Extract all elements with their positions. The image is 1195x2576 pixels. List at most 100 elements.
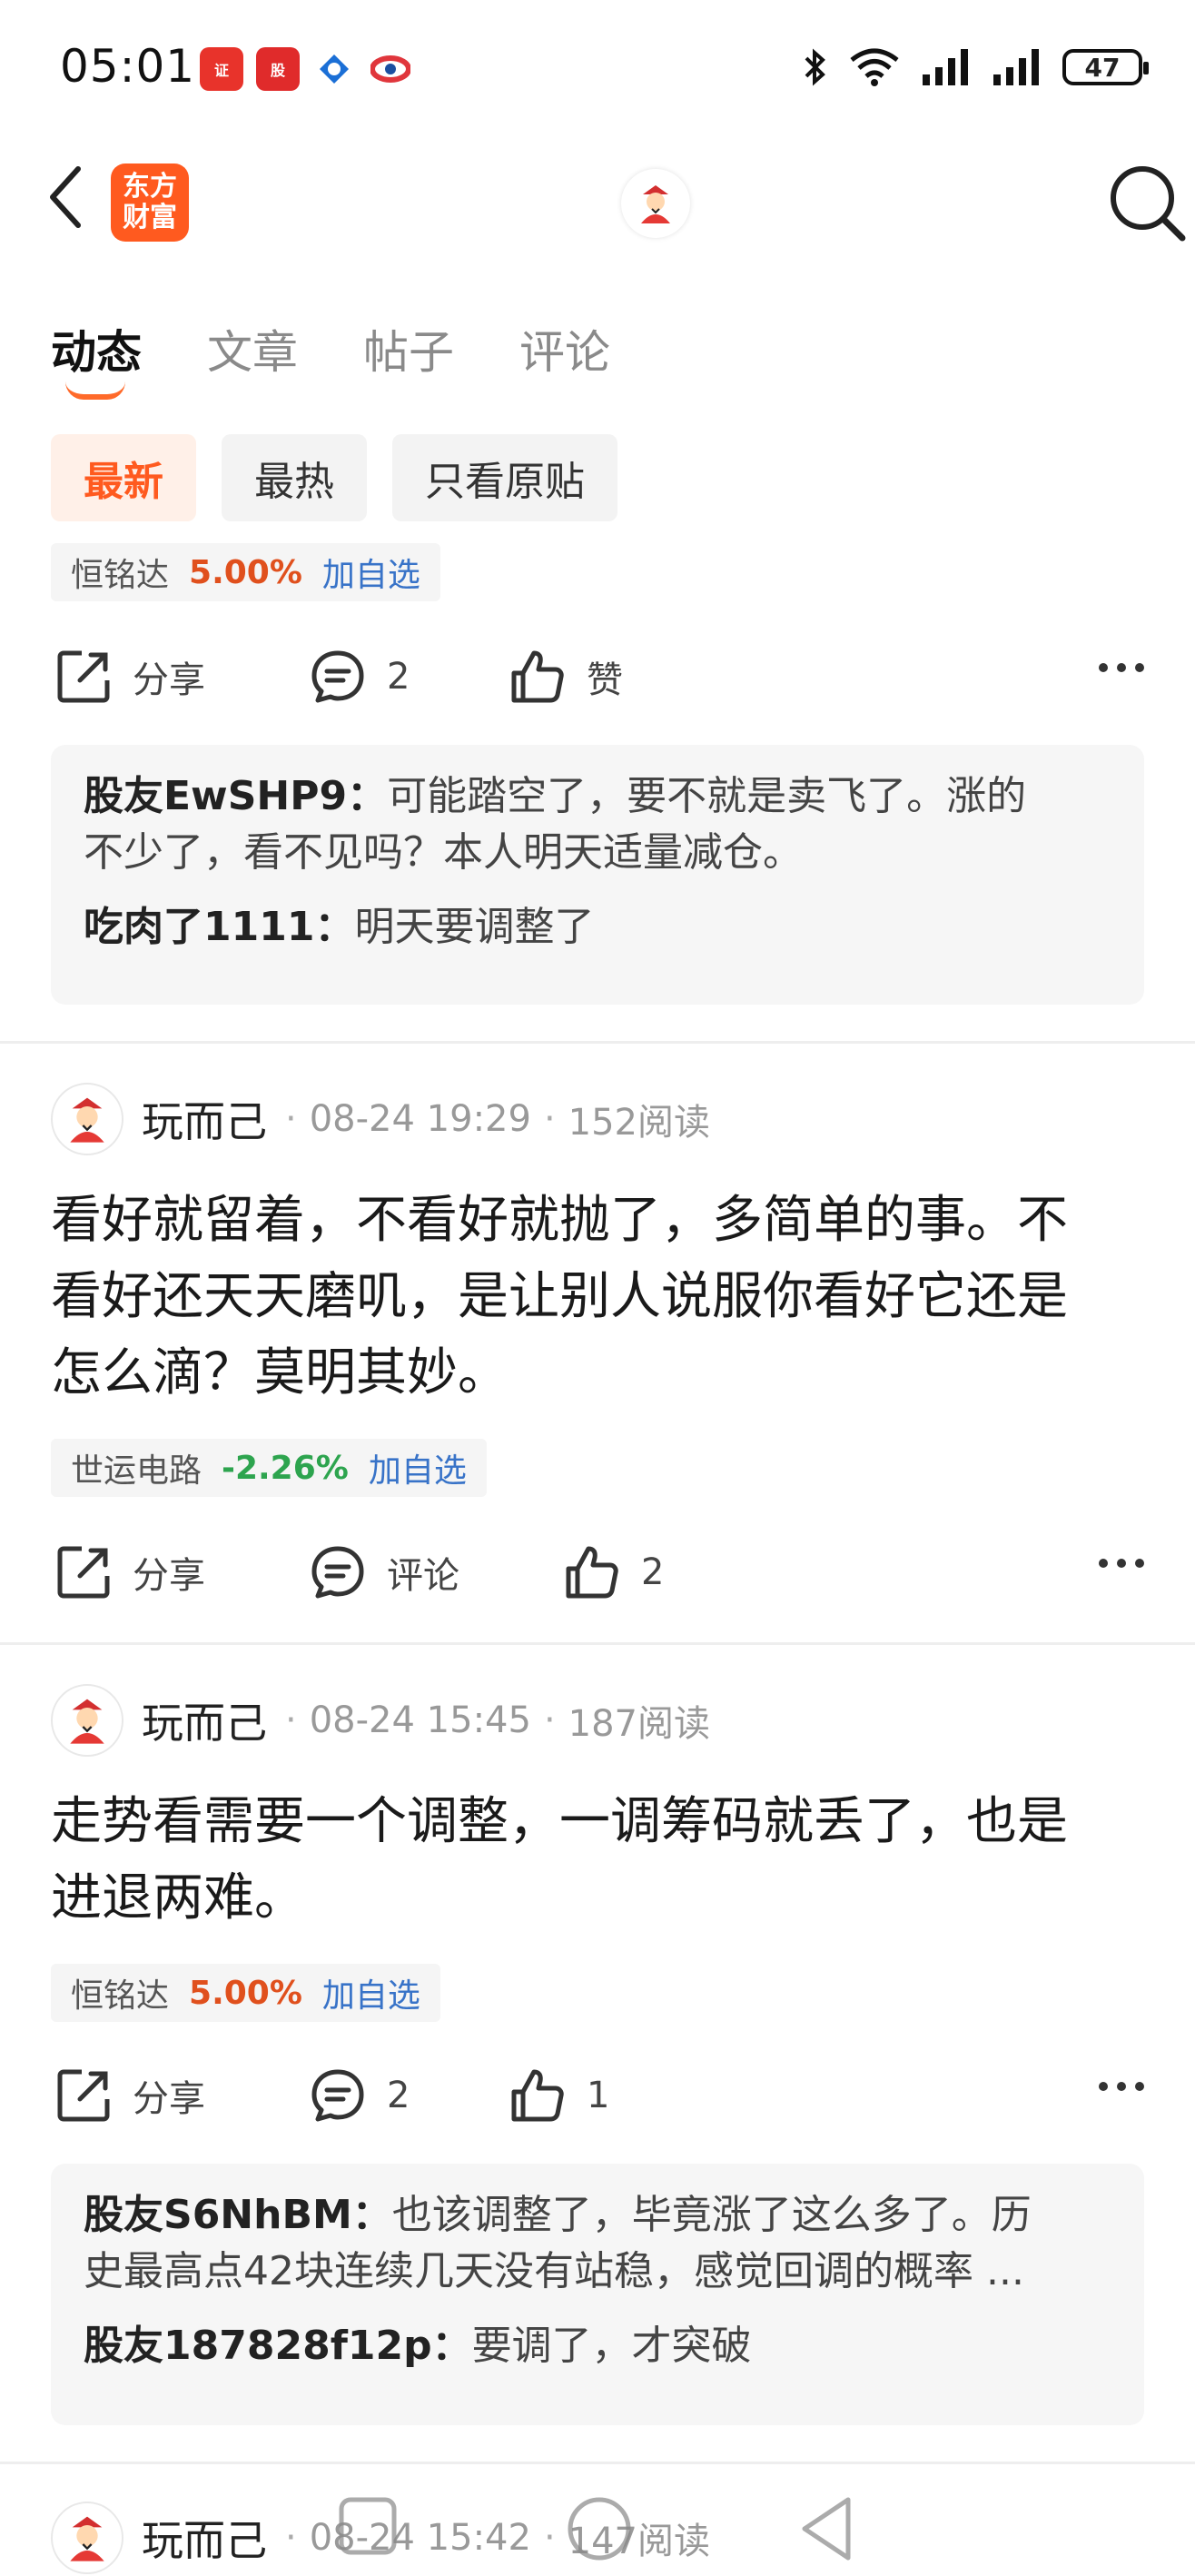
comment-user: 股友187828f12p： (84, 2323, 472, 2369)
post-line: 走势看需要一个调整，一调筹码就丢了，也是 (51, 1792, 1068, 1851)
tab-wenzhang[interactable]: 文章 (207, 316, 298, 381)
stock-tag[interactable]: 恒铭达 5.00% 加自选 (51, 1964, 440, 2022)
tab-dongtai[interactable]: 动态 (51, 316, 142, 381)
like-button[interactable]: 2 (563, 1543, 664, 1601)
like-count: 2 (641, 1551, 665, 1593)
battery-indicator: 47 (1062, 49, 1149, 85)
post-actions: 分享 2 1 (54, 2064, 1144, 2127)
thumbs-up-icon (511, 650, 564, 703)
bluetooth-icon (805, 48, 825, 86)
comment-user: 股友S6NhBM： (84, 2192, 392, 2238)
wifi-icon (850, 48, 899, 86)
filter-latest[interactable]: 最新 (51, 434, 196, 521)
comment-text: 要调了，才突破 (471, 2323, 752, 2369)
share-label: 分享 (133, 1555, 205, 1597)
stock-tag[interactable]: 世运电路 -2.26% 加自选 (51, 1439, 487, 1497)
author-avatar[interactable] (51, 1083, 123, 1155)
post-time: 08-24 19:29 (309, 1098, 531, 1140)
post-divider (0, 1041, 1195, 1044)
comment-preview-box[interactable]: 股友EwSHP9：可能踏空了，要不就是卖飞了。涨的 不少了，看不见吗？本人明天适… (51, 745, 1144, 1005)
comment-icon (311, 2069, 364, 2122)
post-divider (0, 2462, 1195, 2464)
comment-text-cont: 不少了，看不见吗？本人明天适量减仓。 (84, 829, 803, 876)
blue-app-icon (312, 47, 356, 91)
post-body[interactable]: 走势看需要一个调整，一调筹码就丢了，也是 进退两难。 (51, 1784, 1150, 1937)
comment-user: 吃肉了1111： (84, 904, 355, 950)
home-button[interactable] (568, 2497, 631, 2561)
comment-button[interactable]: 评论 (309, 1543, 563, 1601)
author-avatar[interactable] (51, 1684, 123, 1757)
comment-text: 明天要调整了 (354, 904, 595, 950)
search-button[interactable] (1106, 162, 1188, 247)
status-time: 05:01 (60, 40, 196, 93)
comment-preview: 股友EwSHP9：可能踏空了，要不就是卖飞了。涨的 (84, 768, 1111, 825)
add-watchlist-button[interactable]: 加自选 (322, 549, 420, 596)
nav-back-button[interactable] (802, 2497, 851, 2561)
header-avatar[interactable] (621, 169, 690, 238)
separator-dot: · (285, 1098, 297, 1140)
back-button[interactable] (47, 165, 84, 233)
logo-text-2: 财富 (123, 202, 177, 233)
share-button[interactable]: 分享 (54, 648, 309, 706)
share-button[interactable]: 分享 (54, 1543, 309, 1601)
share-icon (57, 650, 110, 703)
share-icon (57, 1546, 110, 1599)
filter-original-only[interactable]: 只看原贴 (392, 434, 617, 521)
comment-count: 2 (387, 656, 410, 698)
post-body[interactable]: 看好就留着，不看好就抛了，多简单的事。不 看好还天天磨叽，是让别人说服你看好它还… (51, 1183, 1150, 1412)
post-actions: 分享 2 赞 (54, 645, 1144, 708)
post-line: 进退两难。 (51, 1868, 305, 1927)
stock-name: 世运电路 (71, 1452, 202, 1490)
add-watchlist-button[interactable]: 加自选 (322, 1969, 420, 2016)
more-options-button[interactable] (1099, 1559, 1144, 1568)
add-watchlist-button[interactable]: 加自选 (369, 1444, 467, 1491)
comment-preview: 股友S6NhBM：也该调整了，毕竟涨了这么多了。历 (84, 2187, 1111, 2244)
filter-hottest[interactable]: 最热 (222, 434, 367, 521)
comment-user: 股友EwSHP9： (84, 773, 388, 819)
more-options-button[interactable] (1099, 663, 1144, 672)
share-label: 分享 (133, 659, 205, 701)
comment-preview-box[interactable]: 股友S6NhBM：也该调整了，毕竟涨了这么多了。历 史最高点42块连续几天没有站… (51, 2164, 1144, 2425)
signal-icon-2 (993, 49, 1039, 85)
post-header: 玩而己 · 08-24 19:29 · 152阅读 (51, 1081, 710, 1157)
author-name[interactable]: 玩而己 (142, 1690, 267, 1750)
tab-pinglun[interactable]: 评论 (519, 316, 610, 381)
share-button[interactable]: 分享 (54, 2066, 309, 2125)
author-name[interactable]: 玩而己 (142, 1089, 267, 1149)
like-button[interactable]: 1 (509, 2066, 609, 2125)
share-label: 分享 (133, 2078, 205, 2120)
read-count: 152阅读 (568, 1102, 711, 1144)
comment-icon (311, 1546, 364, 1599)
recent-apps-button[interactable] (339, 2497, 397, 2555)
tab-tiezi[interactable]: 帖子 (363, 316, 454, 381)
comment-button[interactable]: 2 (309, 648, 509, 706)
comment-preview: 股友187828f12p：要调了，才突破 (84, 2318, 1111, 2374)
post-time: 08-24 15:45 (309, 1699, 531, 1741)
thumbs-up-icon (566, 1546, 618, 1599)
stock-tag[interactable]: 恒铭达 5.00% 加自选 (51, 543, 440, 601)
chevron-left-icon (50, 166, 81, 228)
stock-change: -2.26% (222, 1449, 349, 1487)
comment-button[interactable]: 2 (309, 2066, 509, 2125)
stock-name: 恒铭达 (71, 1977, 170, 2015)
post-actions: 分享 评论 2 (54, 1541, 1144, 1604)
comment-text-cont: 史最高点42块连续几天没有站稳，感觉回调的概率 ... (84, 2248, 1024, 2294)
fangzheng-app-icon: 证 (200, 47, 243, 91)
aigupiao-app-icon: 股 (256, 47, 300, 91)
logo-text-1: 东方 (123, 171, 177, 203)
filter-bar: 最新 最热 只看原贴 (51, 434, 617, 521)
signal-icon-1 (923, 49, 968, 85)
eastmoney-logo: 东方 财富 (111, 163, 189, 242)
stock-change: 5.00% (189, 1974, 302, 2012)
like-label: 赞 (587, 659, 623, 701)
system-nav-bar (0, 2489, 1195, 2572)
tab-bar: 动态 文章 帖子 评论 (51, 316, 610, 381)
like-button[interactable]: 赞 (509, 648, 623, 706)
post-divider (0, 1642, 1195, 1645)
god-of-wealth-avatar-icon (70, 1097, 104, 1143)
comment-text: 也该调整了，毕竟涨了这么多了。历 (391, 2192, 1032, 2238)
separator-dot: · (285, 1699, 297, 1741)
separator-dot: · (543, 1098, 556, 1140)
more-options-button[interactable] (1099, 2082, 1144, 2091)
read-count: 187阅读 (568, 1703, 711, 1745)
